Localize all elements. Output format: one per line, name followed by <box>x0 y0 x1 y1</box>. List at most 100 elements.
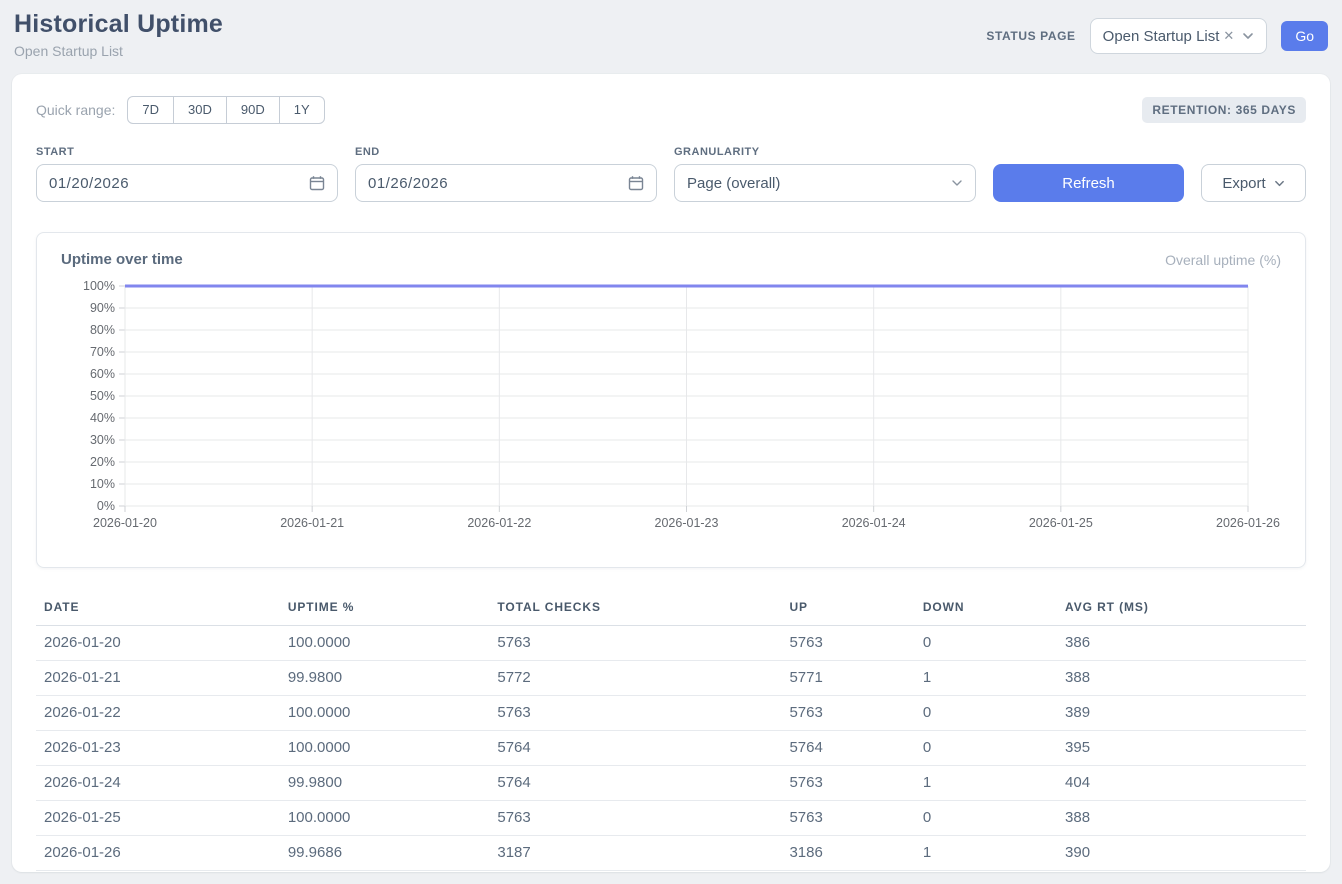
svg-text:70%: 70% <box>90 345 115 359</box>
end-date-label: END <box>355 146 657 158</box>
quick-range-label: Quick range: <box>36 102 115 118</box>
svg-text:100%: 100% <box>83 279 115 293</box>
clear-selection-icon[interactable]: ✕ <box>1223 28 1234 44</box>
table-cell: 5763 <box>781 696 914 731</box>
table-cell: 3187 <box>489 836 781 871</box>
export-button[interactable]: Export <box>1201 164 1306 202</box>
start-date-input[interactable]: 01/20/2026 <box>36 164 338 202</box>
uptime-chart: 0%10%20%30%40%50%60%70%80%90%100%2026-01… <box>61 278 1281 535</box>
table-cell: 5763 <box>781 766 914 801</box>
table-column-header: DATE <box>36 590 280 626</box>
calendar-icon[interactable] <box>309 175 325 191</box>
svg-text:30%: 30% <box>90 433 115 447</box>
page-subtitle: Open Startup List <box>14 43 223 59</box>
chevron-down-icon <box>1242 30 1254 42</box>
table-row: 2026-01-22100.0000576357630389 <box>36 696 1306 731</box>
quick-range-90d[interactable]: 90D <box>226 96 280 124</box>
table-row: 2026-01-20100.0000576357630386 <box>36 626 1306 661</box>
table-cell: 388 <box>1057 661 1306 696</box>
table-row: 2026-01-2499.9800576457631404 <box>36 766 1306 801</box>
table-cell: 2026-01-26 <box>36 836 280 871</box>
table-cell: 388 <box>1057 801 1306 836</box>
main-panel: Quick range: 7D30D90D1Y RETENTION: 365 D… <box>12 74 1330 872</box>
go-button[interactable]: Go <box>1281 21 1328 51</box>
table-cell: 100.0000 <box>280 626 490 661</box>
svg-text:2026-01-26: 2026-01-26 <box>1216 516 1280 530</box>
table-cell: 390 <box>1057 836 1306 871</box>
table-cell: 5763 <box>489 626 781 661</box>
table-cell: 0 <box>915 801 1057 836</box>
table-cell: 100.0000 <box>280 731 490 766</box>
chevron-down-icon <box>1274 178 1285 189</box>
table-row: 2026-01-2699.9686318731861390 <box>36 836 1306 871</box>
svg-text:40%: 40% <box>90 411 115 425</box>
table-cell: 5764 <box>489 731 781 766</box>
calendar-icon[interactable] <box>628 175 644 191</box>
table-cell: 99.9686 <box>280 836 490 871</box>
filter-fields-row: START 01/20/2026 END 01/26/2026 GRANULAR… <box>36 146 1306 202</box>
uptime-chart-card: Uptime over time Overall uptime (%) 0% 10… <box>36 232 1306 568</box>
table-row: 2026-01-25100.0000576357630388 <box>36 801 1306 836</box>
table-cell: 3186 <box>781 836 914 871</box>
svg-text:2026-01-24: 2026-01-24 <box>842 516 906 530</box>
svg-text:90%: 90% <box>90 301 115 315</box>
refresh-button[interactable]: Refresh <box>993 164 1184 202</box>
table-cell: 404 <box>1057 766 1306 801</box>
table-cell: 5763 <box>781 801 914 836</box>
start-date-value: 01/20/2026 <box>49 175 129 192</box>
start-date-field-group: START 01/20/2026 <box>36 146 338 202</box>
title-block: Historical Uptime Open Startup List <box>14 10 223 59</box>
chart-legend-label: Overall uptime (%) <box>1165 252 1281 268</box>
svg-text:10%: 10% <box>90 477 115 491</box>
daily-uptime-table: DATEUPTIME %TOTAL CHECKSUPDOWNAVG RT (MS… <box>36 590 1306 871</box>
table-cell: 100.0000 <box>280 696 490 731</box>
end-date-field-group: END 01/26/2026 <box>355 146 657 202</box>
table-cell: 5772 <box>489 661 781 696</box>
table-cell: 2026-01-24 <box>36 766 280 801</box>
svg-text:0%: 0% <box>97 499 115 513</box>
status-page-select[interactable]: Open Startup List ✕ <box>1090 18 1268 54</box>
table-cell: 5771 <box>781 661 914 696</box>
chart-title: Uptime over time <box>61 251 183 268</box>
table-cell: 1 <box>915 766 1057 801</box>
quick-range-row: Quick range: 7D30D90D1Y RETENTION: 365 D… <box>36 96 1306 124</box>
table-column-header: AVG RT (MS) <box>1057 590 1306 626</box>
retention-badge: RETENTION: 365 DAYS <box>1142 97 1306 123</box>
quick-range-7d[interactable]: 7D <box>127 96 174 124</box>
table-cell: 5763 <box>489 696 781 731</box>
svg-text:2026-01-22: 2026-01-22 <box>467 516 531 530</box>
svg-text:80%: 80% <box>90 323 115 337</box>
table-cell: 99.9800 <box>280 766 490 801</box>
table-cell: 100.0000 <box>280 801 490 836</box>
table-cell: 99.9800 <box>280 661 490 696</box>
quick-range-1y[interactable]: 1Y <box>279 96 325 124</box>
table-header-row: DATEUPTIME %TOTAL CHECKSUPDOWNAVG RT (MS… <box>36 590 1306 626</box>
table-body: 2026-01-20100.00005763576303862026-01-21… <box>36 626 1306 871</box>
status-page-label: STATUS PAGE <box>986 29 1075 43</box>
granularity-field-group: GRANULARITY Page (overall) <box>674 146 976 202</box>
table-cell: 395 <box>1057 731 1306 766</box>
chevron-down-icon <box>951 177 963 189</box>
header-controls: STATUS PAGE Open Startup List ✕ Go <box>986 18 1328 54</box>
svg-text:2026-01-25: 2026-01-25 <box>1029 516 1093 530</box>
svg-text:2026-01-20: 2026-01-20 <box>93 516 157 530</box>
start-date-label: START <box>36 146 338 158</box>
end-date-value: 01/26/2026 <box>368 175 448 192</box>
table-cell: 0 <box>915 626 1057 661</box>
table-cell: 0 <box>915 696 1057 731</box>
table-cell: 2026-01-25 <box>36 801 280 836</box>
page-title: Historical Uptime <box>14 10 223 39</box>
table-cell: 0 <box>915 731 1057 766</box>
table-cell: 5764 <box>781 731 914 766</box>
quick-range-30d[interactable]: 30D <box>173 96 227 124</box>
table-column-header: UPTIME % <box>280 590 490 626</box>
granularity-label: GRANULARITY <box>674 146 976 158</box>
table-row: 2026-01-2199.9800577257711388 <box>36 661 1306 696</box>
export-button-label: Export <box>1222 175 1265 192</box>
granularity-select[interactable]: Page (overall) <box>674 164 976 202</box>
end-date-input[interactable]: 01/26/2026 <box>355 164 657 202</box>
table-cell: 5763 <box>781 626 914 661</box>
svg-text:20%: 20% <box>90 455 115 469</box>
table-cell: 2026-01-23 <box>36 731 280 766</box>
svg-text:60%: 60% <box>90 367 115 381</box>
